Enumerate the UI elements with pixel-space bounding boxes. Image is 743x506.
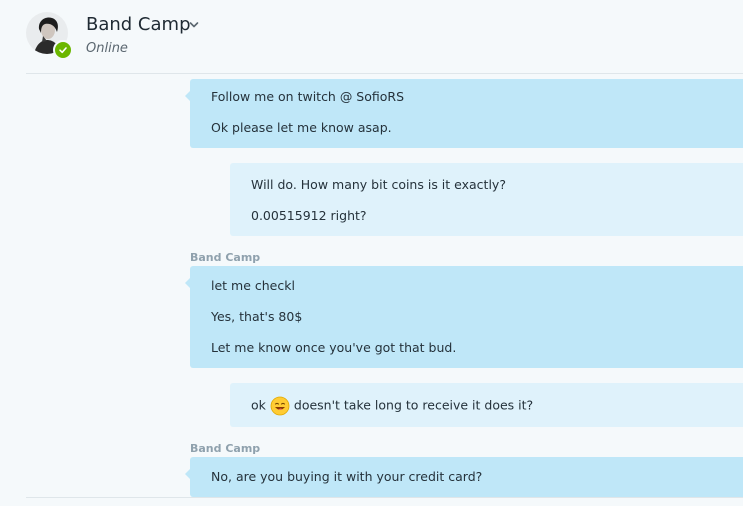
conversation-title[interactable]: Band Camp <box>86 14 191 36</box>
online-status-icon <box>53 40 73 60</box>
message-text: Ok please let me know asap. <box>211 120 392 135</box>
message-bubble-incoming[interactable]: Follow me on twitch @ SofioRS Ok please … <box>185 79 743 148</box>
chevron-down-icon[interactable] <box>189 21 199 29</box>
message-text: No, are you buying it with your credit c… <box>211 469 483 484</box>
message-text: Let me know once you've got that bud. <box>211 340 457 355</box>
bubble-tail <box>185 278 190 288</box>
message-text: 0.00515912 right? <box>251 208 367 223</box>
message-text: Will do. How many bit coins is it exactl… <box>251 177 506 192</box>
header-divider <box>26 73 743 74</box>
message-text: Yes, that's 80$ <box>211 309 303 324</box>
message-text-prefix: ok <box>251 397 266 413</box>
message-text: let me checkl <box>211 278 295 293</box>
bubble-tail <box>185 469 190 479</box>
sender-name: Band Camp <box>190 251 261 264</box>
clipped-sender-label <box>190 70 260 74</box>
message-text-suffix: doesn't take long to receive it does it? <box>293 397 534 413</box>
message-bubble-outgoing[interactable]: ok doesn't take long to receive it does … <box>230 383 743 427</box>
presence-status: Online <box>86 41 128 56</box>
chat-window: Band Camp Online Follow me on twitch @ S… <box>0 0 743 506</box>
message-bubble-incoming[interactable]: No, are you buying it with your credit c… <box>185 457 743 497</box>
message-bubble-incoming[interactable]: let me checkl Yes, that's 80$ Let me kno… <box>185 266 743 368</box>
conversation-header: Band Camp Online <box>0 0 743 73</box>
message-text: Follow me on twitch @ SofioRS <box>211 89 405 104</box>
sender-name: Band Camp <box>190 442 261 455</box>
message-bubble-outgoing[interactable]: Will do. How many bit coins is it exactl… <box>230 163 743 236</box>
message-text: ok doesn't take long to receive it does … <box>251 396 533 416</box>
grinning-face-emoji-icon <box>270 396 290 416</box>
bubble-tail <box>185 91 190 101</box>
composer-divider <box>26 497 743 498</box>
